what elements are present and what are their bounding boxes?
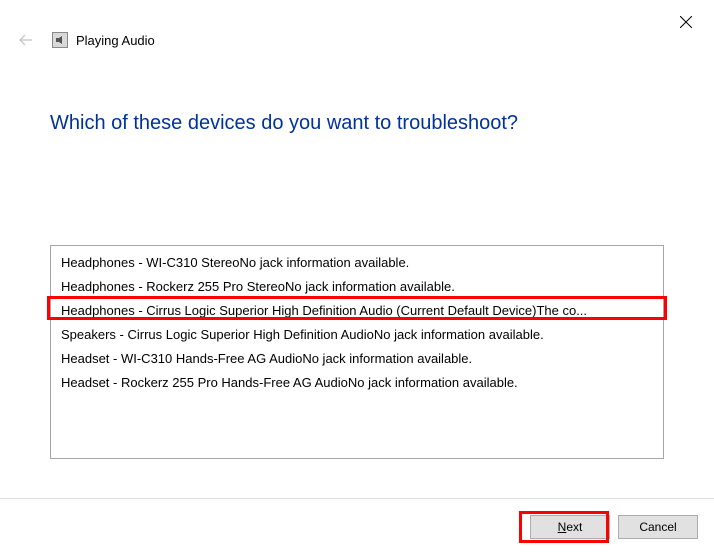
app-title: Playing Audio [76,33,155,48]
app-icon [52,32,68,48]
footer-separator [0,498,714,499]
list-item[interactable]: Speakers - Cirrus Logic Superior High De… [51,323,663,347]
header-row: Playing Audio [14,26,700,54]
back-arrow-icon [17,31,35,49]
device-list: Headphones - WI-C310 StereoNo jack infor… [50,245,664,459]
back-button [14,28,38,52]
speaker-icon [55,35,65,45]
next-button[interactable]: Next [530,515,610,539]
list-item[interactable]: Headset - WI-C310 Hands-Free AG AudioNo … [51,347,663,371]
page-heading: Which of these devices do you want to tr… [50,112,518,135]
footer-buttons: Next Cancel [530,515,698,539]
cancel-button[interactable]: Cancel [618,515,698,539]
next-label-rest: ext [566,520,582,534]
list-item[interactable]: Headphones - Cirrus Logic Superior High … [51,299,663,323]
list-item[interactable]: Headphones - WI-C310 StereoNo jack infor… [51,251,663,275]
list-item[interactable]: Headset - Rockerz 255 Pro Hands-Free AG … [51,371,663,395]
troubleshooter-window: Playing Audio Which of these devices do … [0,0,714,553]
list-item[interactable]: Headphones - Rockerz 255 Pro StereoNo ja… [51,275,663,299]
